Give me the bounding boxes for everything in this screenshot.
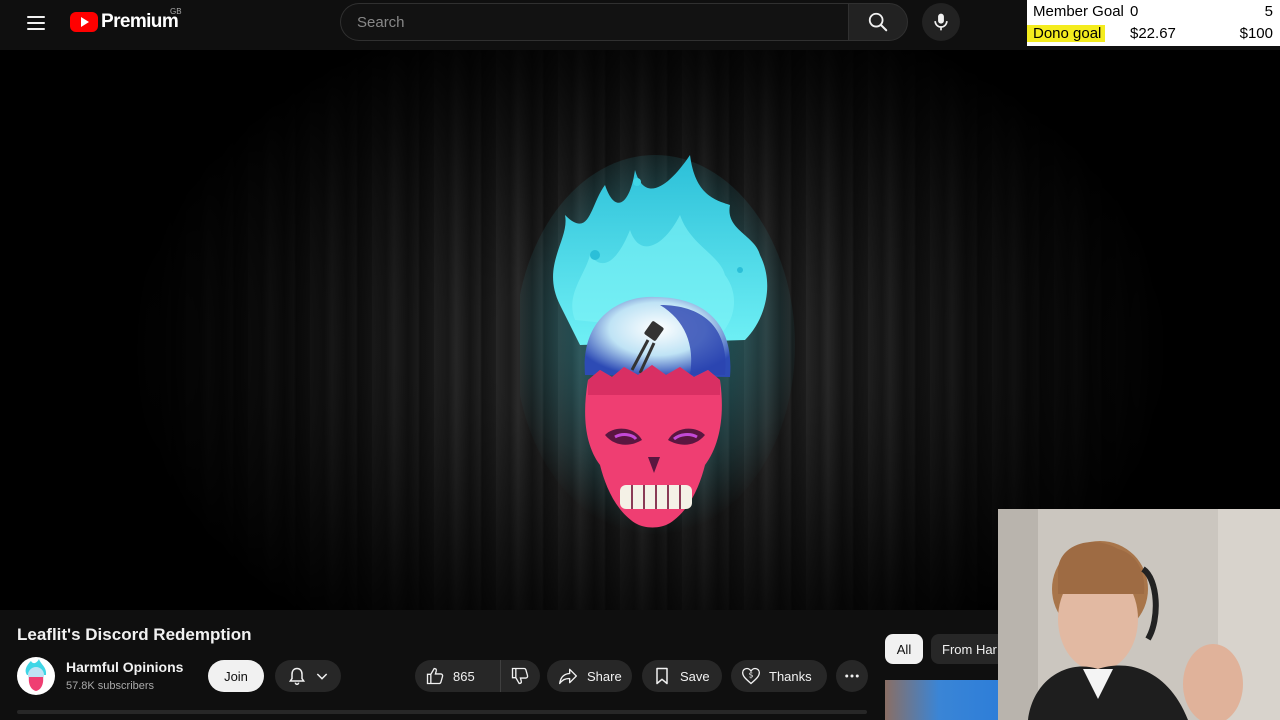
join-button[interactable]: Join: [208, 660, 264, 692]
like-dislike-group: 865: [415, 660, 540, 692]
voice-search-button[interactable]: [922, 3, 960, 41]
save-label: Save: [680, 668, 710, 684]
description-divider: [17, 710, 867, 714]
youtube-play-icon: [70, 12, 98, 32]
more-actions-button[interactable]: [836, 660, 868, 692]
member-goal-label: Member Goal: [1033, 3, 1124, 20]
member-goal-current: 0: [1130, 3, 1139, 20]
search-icon: [868, 12, 888, 32]
like-button[interactable]: 865: [415, 660, 501, 692]
dono-goal-label: Dono goal: [1027, 25, 1106, 42]
dono-goal-target: $100: [1239, 25, 1273, 42]
share-icon: [559, 668, 577, 685]
mic-icon: [934, 13, 948, 31]
member-goal-target: 5: [1264, 3, 1273, 20]
related-video-thumbnail[interactable]: [885, 680, 1005, 720]
webcam-image: [998, 509, 1280, 720]
save-button[interactable]: Save: [642, 660, 722, 692]
dono-goal-current: $22.67: [1130, 25, 1176, 42]
channel-avatar[interactable]: [17, 657, 55, 695]
chevron-down-icon: [316, 673, 327, 680]
region-code: GB: [170, 7, 182, 16]
video-title: Leaflit's Discord Redemption: [17, 625, 252, 644]
youtube-premium-logo[interactable]: Premium GB: [70, 7, 182, 34]
skull-avatar-icon: [25, 659, 47, 691]
menu-icon[interactable]: [22, 10, 50, 36]
streamer-webcam: [998, 509, 1280, 720]
like-count: 865: [453, 668, 475, 684]
thumbs-down-icon: [511, 667, 529, 685]
share-label: Share: [587, 668, 622, 684]
more-horizontal-icon: [845, 674, 859, 678]
thanks-label: Thanks: [769, 668, 812, 684]
subscriber-count: 57.8K subscribers: [66, 680, 155, 692]
share-button[interactable]: Share: [547, 660, 632, 692]
search-button[interactable]: [848, 3, 908, 41]
member-goal-row: Member Goal 0 5: [1027, 1, 1280, 23]
dislike-button[interactable]: [501, 660, 539, 692]
notifications-button[interactable]: [275, 660, 341, 692]
search-box: [340, 3, 908, 41]
flaming-skull-artwork: [520, 155, 795, 535]
logo-text: Premium: [101, 11, 179, 32]
thanks-button[interactable]: $ Thanks: [731, 660, 827, 692]
bell-icon: [288, 667, 305, 686]
bookmark-icon: [656, 667, 668, 685]
search-input[interactable]: [340, 3, 848, 41]
heart-dollar-icon: $: [741, 667, 761, 685]
dono-goal-row: Dono goal $22.67 $100: [1027, 23, 1280, 45]
svg-text:$: $: [749, 671, 754, 680]
chip-all[interactable]: All: [885, 634, 923, 664]
thumbs-up-icon: [426, 667, 444, 685]
channel-name[interactable]: Harmful Opinions: [66, 659, 183, 675]
stream-goals-overlay: Member Goal 0 5 Dono goal $22.67 $100: [1027, 0, 1280, 46]
